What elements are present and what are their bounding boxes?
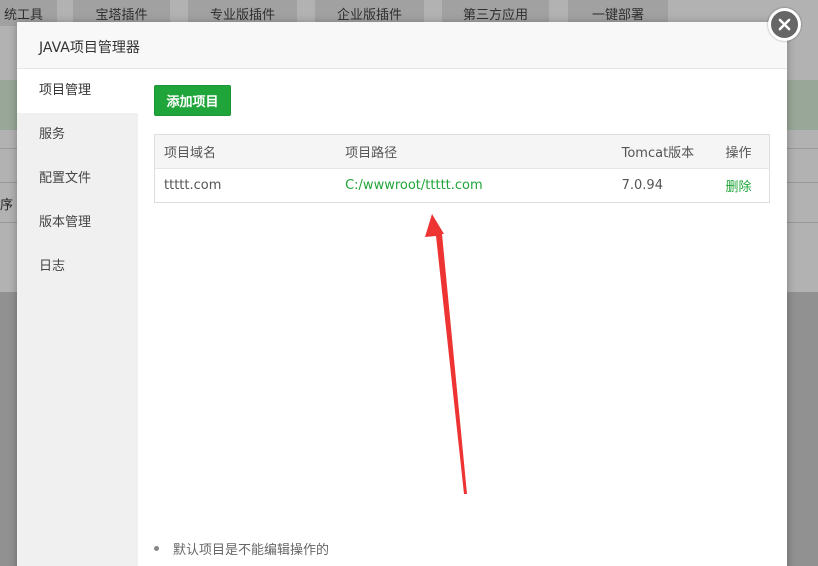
add-project-button[interactable]: 添加项目 [154, 85, 231, 116]
close-icon [778, 18, 791, 31]
help-note-text: 默认项目是不能编辑操作的 [173, 543, 330, 558]
sidebar-item-version-management[interactable]: 版本管理 [17, 201, 138, 245]
project-table: 项目域名 项目路径 Tomcat版本 操作 ttttt.com C:/wwwro… [154, 134, 770, 203]
table-row: ttttt.com C:/wwwroot/ttttt.com 7.0.94 删除 [154, 168, 770, 203]
header-action: 操作 [725, 146, 752, 161]
header-path: 项目路径 [345, 146, 398, 161]
sidebar-item-service[interactable]: 服务 [17, 113, 138, 157]
cell-domain: ttttt.com [164, 178, 222, 193]
header-domain: 项目域名 [164, 146, 217, 161]
java-project-manager-dialog: JAVA项目管理器 项目管理 服务 配置文件 版本管理 日志 添加项目 项目域名… [17, 22, 787, 566]
sidebar-item-config-file[interactable]: 配置文件 [17, 157, 138, 201]
close-button[interactable] [768, 8, 801, 41]
bullet-icon [154, 546, 159, 551]
help-note: 默认项目是不能编辑操作的 [154, 539, 329, 558]
table-header-row: 项目域名 项目路径 Tomcat版本 操作 [154, 134, 770, 169]
header-tomcat-version: Tomcat版本 [621, 146, 695, 161]
delete-link[interactable]: 删除 [717, 169, 770, 203]
dialog-header: JAVA项目管理器 [17, 22, 787, 69]
project-path-link[interactable]: C:/wwwroot/ttttt.com [336, 169, 613, 203]
dialog-title: JAVA项目管理器 [39, 40, 140, 56]
sidebar-item-project-management[interactable]: 项目管理 [17, 69, 138, 113]
sidebar-item-logs[interactable]: 日志 [17, 245, 138, 289]
dialog-content: 添加项目 项目域名 项目路径 Tomcat版本 操作 ttttt.com C:/… [138, 69, 787, 566]
cell-tomcat-version: 7.0.94 [621, 178, 663, 193]
dialog-sidebar: 项目管理 服务 配置文件 版本管理 日志 [17, 69, 138, 566]
